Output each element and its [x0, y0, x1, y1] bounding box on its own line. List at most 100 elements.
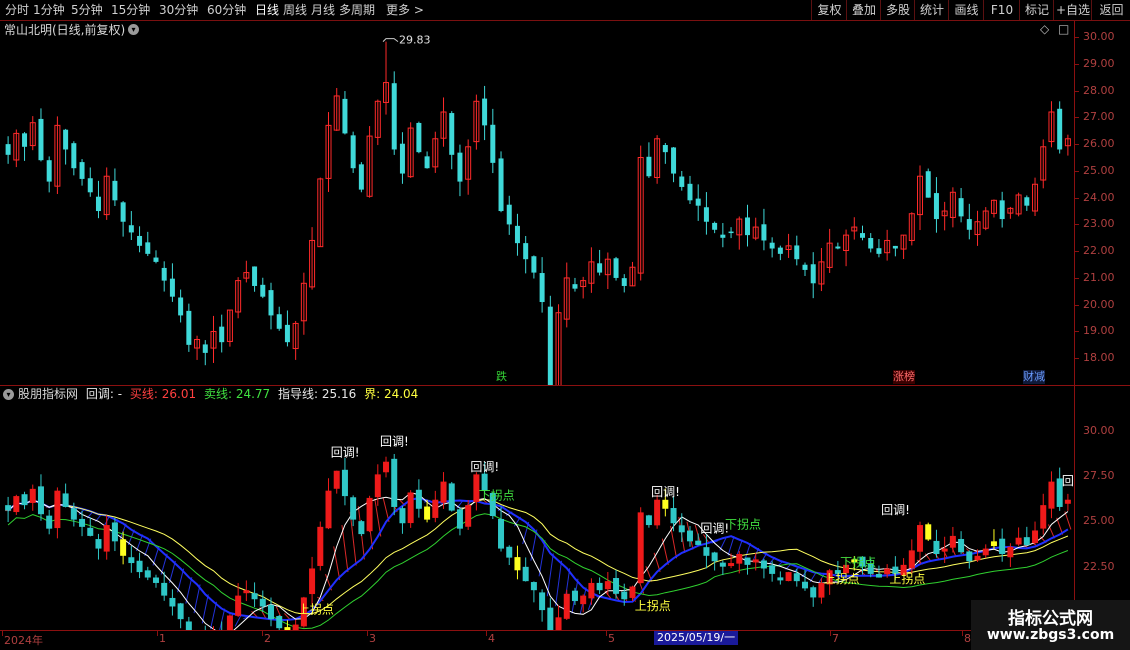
toolbar-action-4[interactable]: 画线: [948, 0, 984, 20]
up-turn-annotation: 上拐点: [298, 602, 334, 617]
up-turn-annotation: 上拐点: [635, 598, 671, 613]
indicator-bar: [974, 555, 981, 561]
trend-band-hatch: [185, 577, 193, 604]
period-tab-3[interactable]: 15分钟: [111, 1, 150, 19]
indicator-bar: [802, 581, 808, 589]
date-tick-label: 2024年: [4, 634, 43, 647]
indicator-bar: [70, 508, 77, 520]
toolbar-action-3[interactable]: 统计: [914, 0, 949, 20]
indicator-bar: [695, 540, 702, 545]
period-tab-9[interactable]: 多周期: [339, 1, 375, 19]
period-tab-6[interactable]: 日线: [255, 1, 279, 19]
indicator-bar: [284, 627, 291, 630]
period-tab-2[interactable]: 5分钟: [71, 1, 103, 19]
buy-line-value: 26.01: [161, 387, 197, 401]
date-tick-label: 1: [159, 632, 166, 645]
candle-body-down: [720, 234, 726, 238]
indicator-bar: [358, 521, 365, 535]
sell-line-value: 24.77: [235, 387, 271, 401]
indicator-bar: [933, 540, 940, 554]
event-marker-finance[interactable]: 财减: [1023, 370, 1045, 384]
period-tab-0[interactable]: 分时: [5, 1, 29, 19]
indicator-bar: [990, 541, 997, 547]
buy-line-label: 买线:: [129, 387, 158, 401]
period-tab-7[interactable]: 周线: [283, 1, 307, 19]
toolbar-action-1[interactable]: 叠加: [846, 0, 881, 20]
indicator-bar: [1040, 505, 1047, 529]
candle-body-down: [186, 310, 192, 345]
indicator-bar: [54, 490, 61, 529]
candle-body-down: [999, 200, 1005, 220]
indicator-bar: [29, 488, 36, 503]
high-marker-line: [382, 38, 399, 43]
indicator-bar: [374, 474, 381, 498]
trend-band-hatch: [341, 524, 349, 573]
watermark-url: www.zbgs3.com: [986, 627, 1115, 643]
candle-body-down: [79, 162, 85, 179]
date-tick-label: 8: [964, 632, 971, 645]
candle-body-down: [22, 133, 28, 147]
candle-body-down: [46, 160, 52, 182]
candle-body-down: [810, 264, 816, 284]
candlestick-chart[interactable]: 29.8316.62: [0, 21, 1074, 385]
indicator-bar: [785, 572, 792, 582]
indicator-bar: [243, 590, 250, 594]
down-turn-annotation: 下拐点: [725, 517, 761, 532]
event-marker-fall[interactable]: 跌: [496, 370, 507, 384]
indicator-bar: [268, 604, 274, 620]
indicator-bar: [391, 458, 398, 507]
pullback-annotation: 回调!: [380, 434, 409, 448]
indicator-bar: [21, 494, 28, 506]
candle-body-down: [794, 245, 800, 260]
candle-body-down: [712, 222, 718, 230]
indicator-bar: [341, 469, 348, 497]
candle-body-down: [416, 122, 422, 153]
indicator-bar: [432, 499, 439, 518]
date-tick-mark: [486, 631, 487, 636]
indicator-bar: [637, 512, 644, 584]
indicator-bar: [399, 508, 406, 524]
indicator-bar: [1015, 537, 1022, 545]
period-tab-8[interactable]: 月线: [311, 1, 335, 19]
guide-line-label: 指导线:: [278, 387, 319, 401]
candle-body-down: [728, 231, 734, 234]
toolbar-action-2[interactable]: 多股: [880, 0, 915, 20]
toolbar-action-8[interactable]: 返回: [1091, 0, 1130, 20]
toolbar-action-7[interactable]: +自选: [1053, 0, 1092, 20]
indicator-bar: [415, 489, 422, 509]
indicator-bar: [424, 506, 431, 520]
event-marker-rise-list[interactable]: 涨榜: [893, 370, 915, 384]
candle-body-down: [391, 83, 397, 150]
candle-body-down: [687, 183, 693, 201]
indicator-menu-icon[interactable]: ▾: [3, 389, 14, 400]
toolbar-action-6[interactable]: 标记: [1019, 0, 1054, 20]
date-tick-mark: [157, 631, 158, 636]
toolbar-action-5[interactable]: F10: [983, 0, 1020, 20]
period-tab-4[interactable]: 30分钟: [159, 1, 198, 19]
trend-band-hatch: [1048, 524, 1055, 539]
candle-body-down: [153, 257, 159, 262]
indicator-bar: [95, 539, 102, 549]
price-tick-label: 19.00: [1083, 324, 1115, 338]
candle-body-down: [38, 118, 44, 161]
period-tab-5[interactable]: 60分钟: [207, 1, 246, 19]
indicator-bar: [456, 509, 463, 529]
indicator-chart[interactable]: 回调!回调!回调!回调!回调!回调!回调!上拐点上拐点上拐点上拐点下拐点下拐点下…: [0, 402, 1074, 630]
toolbar-action-0[interactable]: 复权: [811, 0, 847, 20]
candle-body-down: [539, 273, 545, 303]
candle-body-down: [860, 233, 866, 238]
indicator-bar: [744, 557, 751, 565]
indicator-bar: [120, 539, 127, 556]
bound-line-label: 界:: [364, 387, 381, 401]
candle-body-down: [358, 164, 364, 190]
period-tab-10[interactable]: 更多 >: [386, 1, 424, 19]
indicator-bar: [925, 524, 932, 540]
indicator-bar: [1007, 546, 1014, 558]
indicator-bar: [563, 593, 570, 619]
pullback-annotation: 回调!: [470, 460, 499, 474]
period-tab-1[interactable]: 1分钟: [33, 1, 65, 19]
price-tick-mark: [1075, 224, 1079, 226]
candle-body-down: [260, 284, 266, 297]
candle-body-down: [761, 224, 767, 241]
candle-body-down: [120, 202, 126, 222]
